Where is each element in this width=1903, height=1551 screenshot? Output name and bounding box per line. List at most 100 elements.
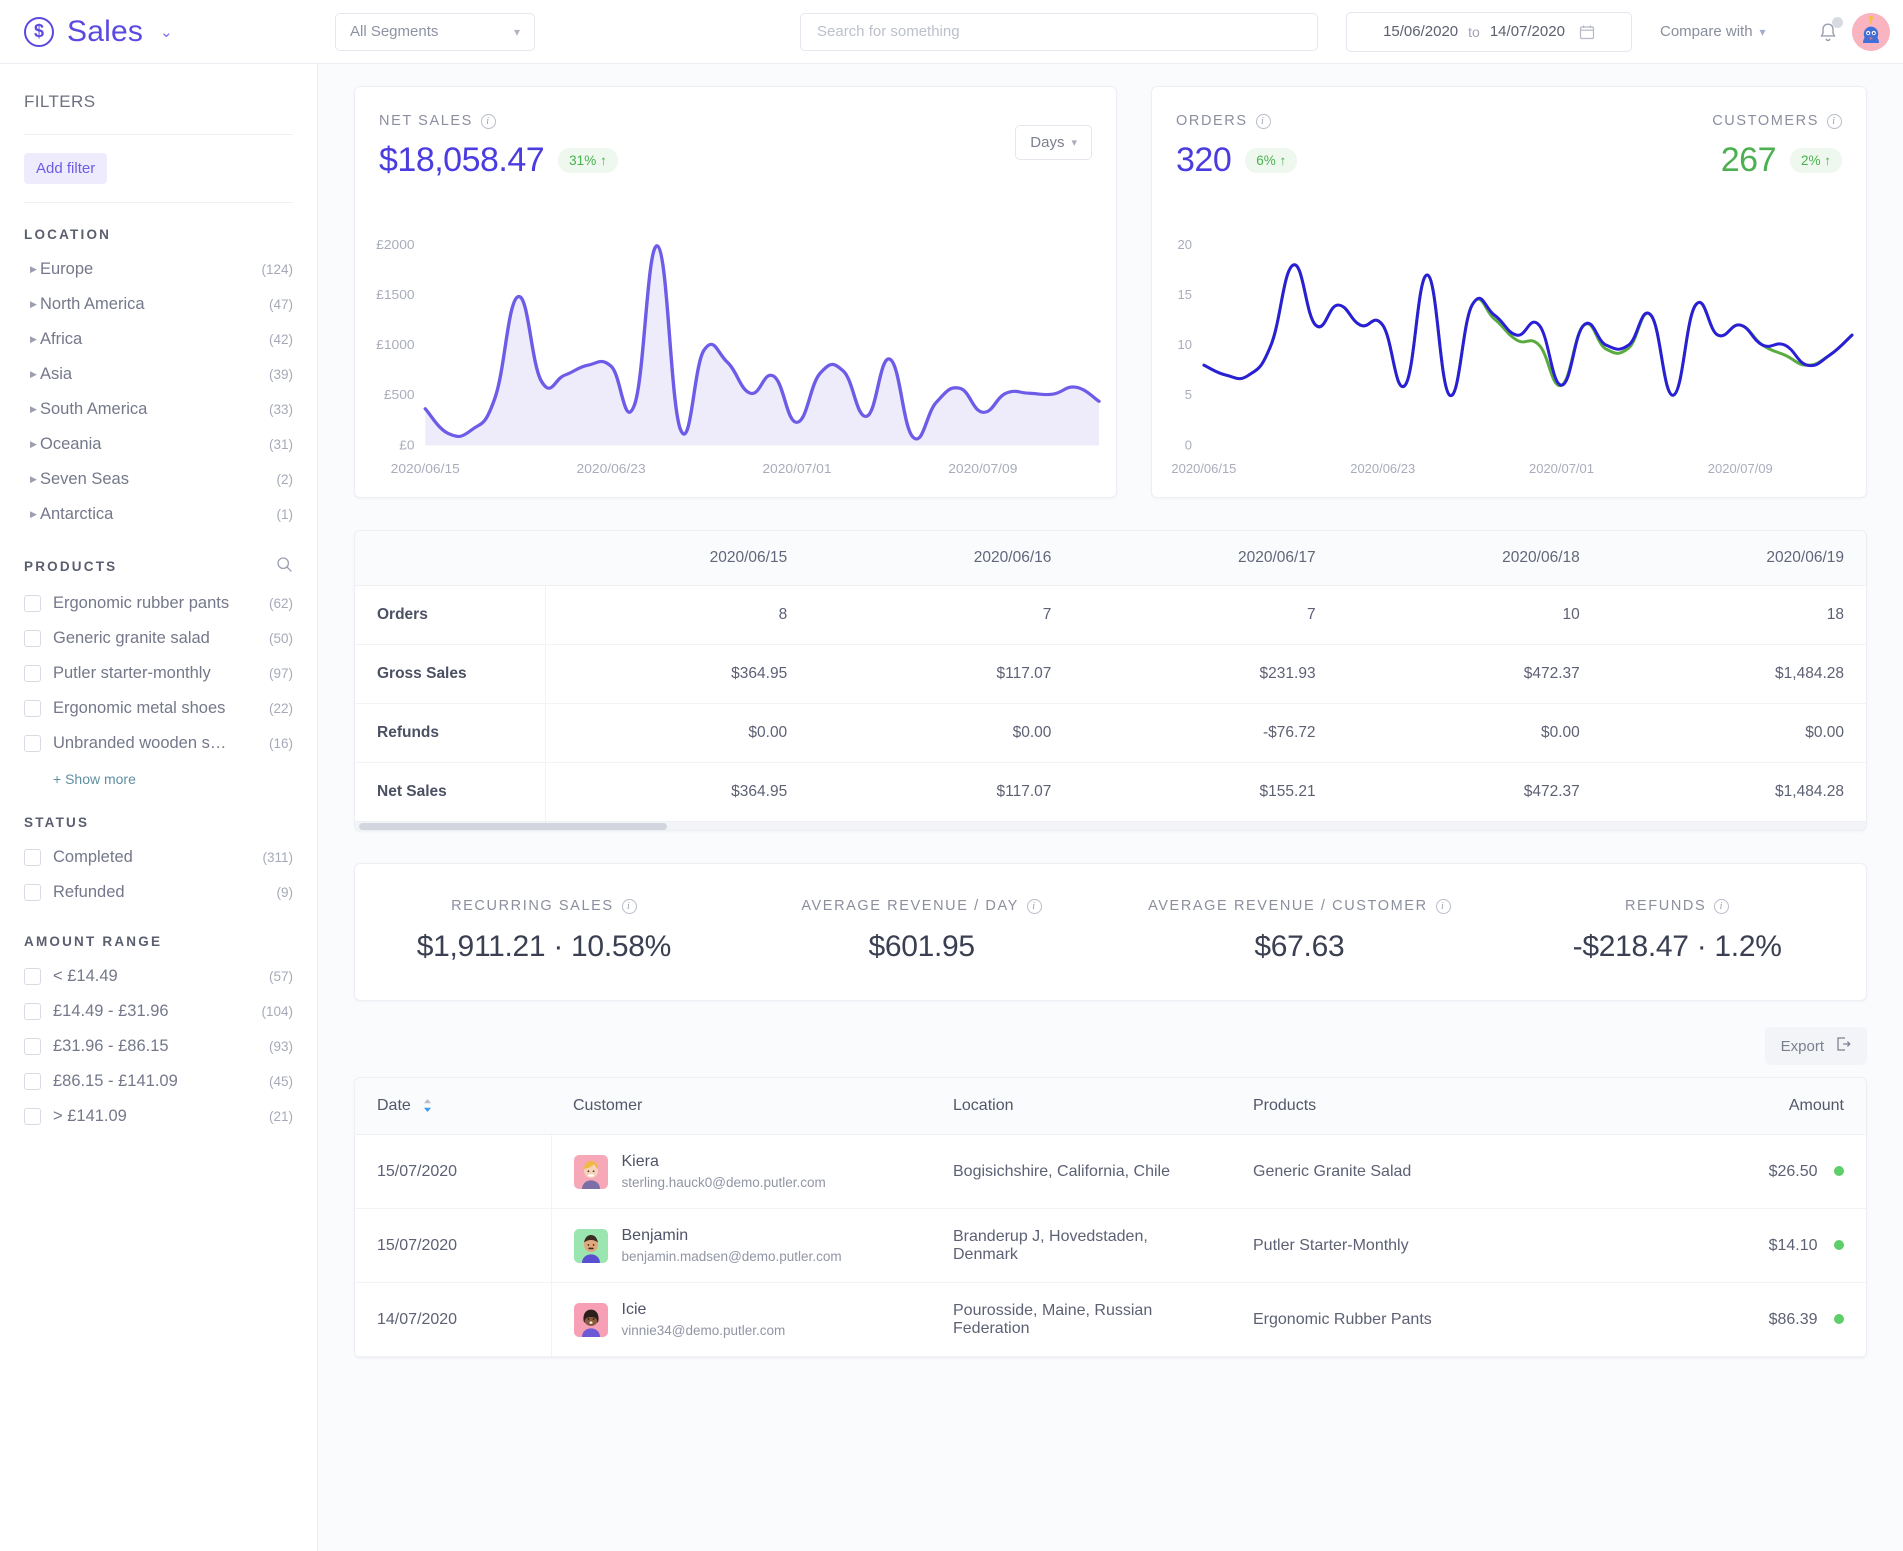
section-label: STATUS [24,815,90,830]
sidebar-item-africa[interactable]: ▶ Africa (42) [24,322,293,357]
checkbox[interactable] [24,1038,41,1055]
svg-text:2020/06/15: 2020/06/15 [391,462,460,476]
checkbox[interactable] [24,849,41,866]
sidebar-item-amount-5[interactable]: > £141.09 (21) [24,1099,293,1134]
avatar [573,1302,608,1337]
sidebar-item-amount-3[interactable]: £31.96 - £86.15 (93) [24,1029,293,1064]
sidebar-item-ergonomic-rubber-pants[interactable]: Ergonomic rubber pants (62) [24,586,293,621]
sidebar-item-europe[interactable]: ▶ Europe (124) [24,252,293,287]
sidebar-item-amount-1[interactable]: < £14.49 (57) [24,959,293,994]
sidebar-item-completed[interactable]: Completed (311) [24,840,293,875]
chevron-down-icon: ▾ [513,24,520,39]
section-label: LOCATION [24,227,112,242]
sidebar-item-north-america[interactable]: ▶ North America (47) [24,287,293,322]
svg-text:£0: £0 [399,438,414,452]
info-icon[interactable]: i [1026,898,1042,914]
checkbox[interactable] [24,595,41,612]
notifications-button[interactable] [1818,17,1843,49]
scrollbar-thumb[interactable] [359,823,667,830]
export-button[interactable]: Export [1764,1027,1867,1065]
checkbox[interactable] [24,1073,41,1090]
granularity-dropdown[interactable]: Days ▾ [1015,125,1092,160]
tx-amount-cell: $14.10 [1548,1208,1866,1283]
metrics-cell: 18 [1601,585,1866,645]
triangle-right-icon[interactable]: ▶ [24,439,40,450]
triangle-right-icon[interactable]: ▶ [24,509,40,520]
svg-text:5: 5 [1185,387,1192,402]
metrics-table: 2020/06/15 2020/06/16 2020/06/17 2020/06… [355,531,1866,821]
sidebar-item-oceania[interactable]: ▶ Oceania (31) [24,427,293,462]
sidebar-item-south-america[interactable]: ▶ South America (33) [24,392,293,427]
table-row[interactable]: 15/07/2020 [355,1208,1866,1283]
info-icon[interactable]: i [1435,898,1451,914]
add-filter-row: Add filter [24,135,293,203]
sidebar-item-unbranded-wooden[interactable]: Unbranded wooden s… (16) [24,726,293,761]
info-icon[interactable]: i [480,113,496,129]
table-row[interactable]: 14/07/2020 Icie vinnie34@demo.putler.com… [355,1282,1866,1357]
customer-cell: Icie vinnie34@demo.putler.com [573,1301,910,1338]
info-icon[interactable]: i [1827,113,1842,129]
sort-icon[interactable] [423,1099,432,1113]
triangle-right-icon[interactable]: ▶ [24,369,40,380]
dollar-circle-icon: $ [24,16,54,47]
info-icon[interactable]: i [1714,898,1730,914]
checkbox[interactable] [24,1003,41,1020]
checkbox[interactable] [24,1108,41,1125]
tx-col-location[interactable]: Location [931,1078,1231,1135]
facet-label: Completed [53,848,133,866]
sidebar-item-antarctica[interactable]: ▶ Antarctica (1) [24,497,293,532]
tx-col-customer[interactable]: Customer [551,1078,931,1135]
tx-col-date[interactable]: Date [355,1078,551,1135]
triangle-right-icon[interactable]: ▶ [24,264,40,275]
svg-text:£1500: £1500 [376,287,414,301]
tx-col-products[interactable]: Products [1231,1078,1549,1135]
sidebar-item-amount-4[interactable]: £86.15 - £141.09 (45) [24,1064,293,1099]
orders-card-header: ORDERS i 320 6% ↑ CUSTOMERS i 267 2% ↑ [1176,113,1842,180]
export-icon [1835,1036,1851,1056]
checkbox[interactable] [24,630,41,647]
search-input[interactable] [800,12,1318,51]
sidebar-item-refunded[interactable]: Refunded (9) [24,875,293,910]
brand[interactable]: $ Sales ⌄ [0,15,318,49]
info-icon[interactable]: i [1255,113,1271,129]
checkbox[interactable] [24,735,41,752]
compare-with-dropdown[interactable]: Compare with ▾ [1660,23,1766,40]
sidebar-item-amount-2[interactable]: £14.49 - £31.96 (104) [24,994,293,1029]
checkbox[interactable] [24,884,41,901]
tx-location: Bogisichshire, California, Chile [931,1134,1231,1209]
search-icon[interactable] [276,556,293,576]
sidebar-item-ergonomic-metal-shoes[interactable]: Ergonomic metal shoes (22) [24,691,293,726]
net-sales-label-text: NET SALES [379,113,473,129]
transactions-header-row: Date Customer Location Products Amount [355,1078,1866,1135]
products-facet-list: Ergonomic rubber pants (62) Generic gran… [24,586,293,791]
chevron-down-icon[interactable]: ⌄ [160,23,173,41]
table-row[interactable]: 15/07/2020 [355,1134,1866,1209]
tx-product: Putler Starter-Monthly [1231,1208,1549,1283]
orders-block: ORDERS i 320 6% ↑ [1176,113,1298,180]
triangle-right-icon[interactable]: ▶ [24,299,40,310]
sidebar-item-seven-seas[interactable]: ▶ Seven Seas (2) [24,462,293,497]
tx-col-amount[interactable]: Amount [1548,1078,1866,1135]
metrics-cell: -$76.72 [1073,703,1338,763]
sidebar-item-generic-granite-salad[interactable]: Generic granite salad (50) [24,621,293,656]
svg-text:2020/07/09: 2020/07/09 [948,462,1017,476]
checkbox[interactable] [24,700,41,717]
info-icon[interactable]: i [621,898,637,914]
date-range-picker[interactable]: 15/06/2020 to 14/07/2020 [1346,11,1632,52]
add-filter-button[interactable]: Add filter [24,153,108,184]
section-title-location: LOCATION [24,227,293,242]
checkbox[interactable] [24,968,41,985]
checkbox[interactable] [24,665,41,682]
metrics-cell: $0.00 [1337,703,1602,763]
segment-select[interactable]: All Segments ▾ [335,12,535,51]
triangle-right-icon[interactable]: ▶ [24,474,40,485]
triangle-right-icon[interactable]: ▶ [24,334,40,345]
metrics-cell: $231.93 [1073,644,1338,704]
sidebar-item-putler-starter-monthly[interactable]: Putler starter-monthly (97) [24,656,293,691]
customers-value-row: 267 2% ↑ [1712,141,1842,180]
show-more-products-link[interactable]: + Show more [24,761,293,791]
metrics-horizontal-scrollbar[interactable] [355,821,1866,830]
triangle-right-icon[interactable]: ▶ [24,404,40,415]
avatar[interactable] [1852,13,1890,51]
sidebar-item-asia[interactable]: ▶ Asia (39) [24,357,293,392]
